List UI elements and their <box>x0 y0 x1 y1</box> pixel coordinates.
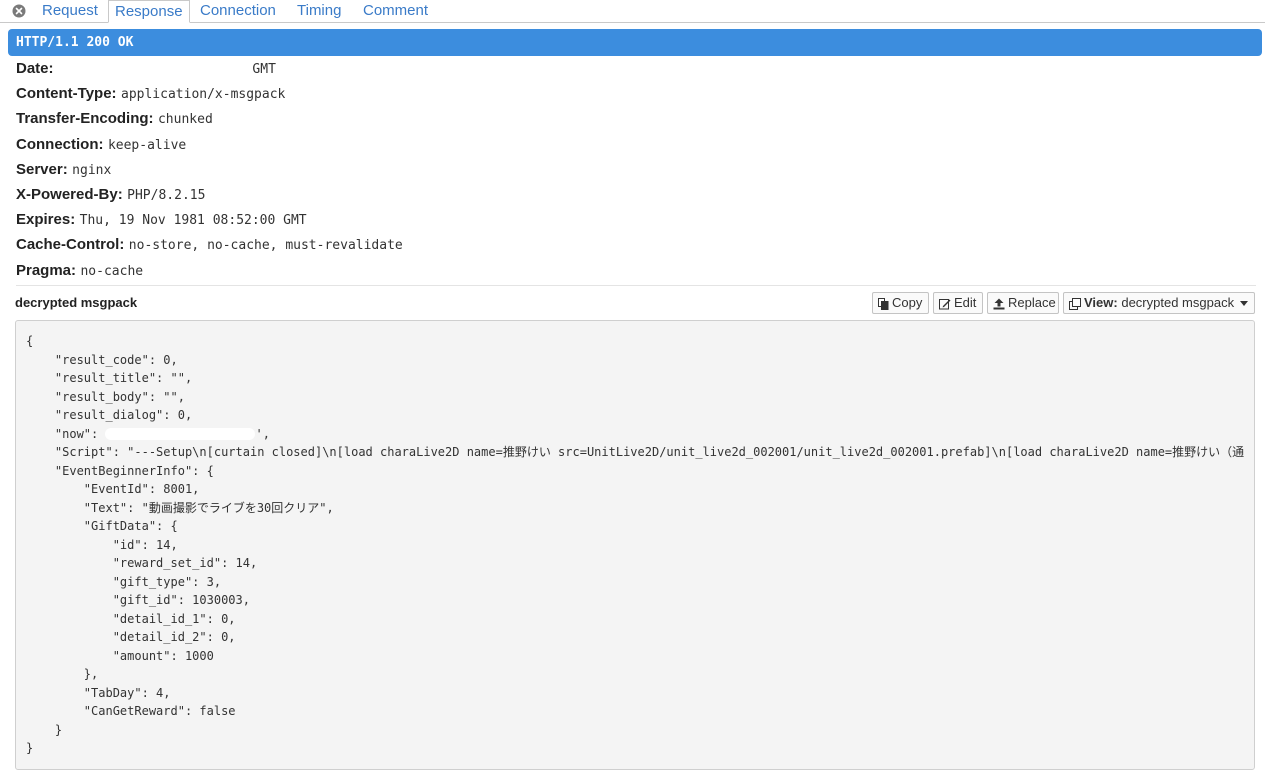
edit-label: Edit <box>954 295 977 310</box>
view-value: decrypted msgpack <box>1121 295 1235 310</box>
code-line: "Text": "動画撮影でライブを30回クリア", <box>26 500 334 515</box>
replace-label: Replace <box>1008 295 1056 310</box>
header-row: X-Powered-By: PHP/8.2.15 <box>16 185 206 203</box>
caret-down-icon <box>1239 301 1248 307</box>
view-prefix: View: <box>1084 295 1118 310</box>
code-line: "detail_id_2": 0, <box>26 630 236 644</box>
header-row: Connection: keep-alive <box>16 135 187 153</box>
view-mode-dropdown[interactable]: View: decrypted msgpack <box>1063 292 1255 314</box>
header-value: chunked <box>157 112 213 128</box>
copy-button[interactable]: Copy <box>872 292 929 314</box>
header-value: nginx <box>72 162 112 178</box>
copy-label: Copy <box>892 295 923 310</box>
code-line: "amount": 1000 <box>26 648 214 663</box>
header-name: Content-Type <box>16 85 112 103</box>
header-value: Thu, 19 Nov 1981 08:52:00 GMT <box>79 213 307 229</box>
code-line: "EventBeginnerInfo": { <box>26 463 214 478</box>
status-line: HTTP/1.1 200 OK <box>8 29 1262 56</box>
header-row: Cache-Control: no-store, no-cache, must-… <box>16 236 403 254</box>
code-line: "gift_type": 3, <box>26 574 222 589</box>
replace-button[interactable]: Replace <box>987 292 1059 314</box>
code-line: "GiftData": { <box>26 519 178 533</box>
clone-icon <box>1069 297 1081 310</box>
response-body-viewer[interactable]: { "result_code": 0, "result_title": "", … <box>15 320 1255 770</box>
header-name: Date <box>16 60 49 77</box>
code-line: }, <box>26 667 99 681</box>
response-headers: Date: GMT Content-Type: application/x-ms… <box>16 58 1256 285</box>
header-name: Transfer-Encoding <box>16 110 149 128</box>
code-line: "result_body": "", <box>26 389 185 404</box>
body-view-title: decrypted msgpack <box>15 295 138 310</box>
header-value: GMT <box>252 62 276 77</box>
tab-response[interactable]: Response <box>108 0 190 23</box>
tab-comment[interactable]: Comment <box>357 0 434 22</box>
header-row: Transfer-Encoding: chunked <box>16 110 213 128</box>
header-value: keep-alive <box>107 137 187 153</box>
upload-icon <box>993 298 1005 310</box>
tab-request[interactable]: Request <box>36 0 104 22</box>
header-row: Date: GMT <box>16 60 276 77</box>
close-icon[interactable] <box>12 4 26 18</box>
header-name: Cache-Control <box>16 236 120 254</box>
edit-button[interactable]: Edit <box>933 292 983 314</box>
code-line: "detail_id_1": 0, <box>26 611 236 626</box>
tab-bar: Request Response Connection Timing Comme… <box>0 0 1265 23</box>
header-value: application/x-msgpack <box>121 87 286 103</box>
code-line: { <box>26 334 34 348</box>
header-name: X-Powered-By <box>16 185 118 203</box>
code-line-suffix: ', <box>255 426 270 441</box>
divider <box>16 285 1256 286</box>
code-line: "TabDay": 4, <box>26 685 171 700</box>
code-text: { "result_code": 0, "result_title": "", … <box>26 332 1244 758</box>
header-value: PHP/8.2.15 <box>127 187 206 203</box>
edit-icon <box>939 298 951 310</box>
code-line: "result_title": "", <box>26 371 193 385</box>
header-name: Server <box>16 160 63 178</box>
header-name: Connection <box>16 135 99 153</box>
tab-timing[interactable]: Timing <box>291 0 347 22</box>
code-line: "result_dialog": 0, <box>26 408 193 422</box>
copy-icon <box>878 297 889 310</box>
code-line: } <box>26 722 63 737</box>
header-name: Expires <box>16 211 71 229</box>
code-line: "result_code": 0, <box>26 352 178 367</box>
header-value: no-store, no-cache, must-revalidate <box>128 238 403 254</box>
code-line: "Script": "---Setup\n[curtain closed]\n[… <box>26 445 1245 459</box>
redacted-value <box>57 62 248 75</box>
header-value: no-cache <box>80 263 144 279</box>
code-line: "reward_set_id": 14, <box>26 556 258 570</box>
header-row: Server: nginx <box>16 160 112 178</box>
header-row: Content-Type: application/x-msgpack <box>16 85 286 103</box>
code-line: "now": <box>26 426 106 441</box>
code-line: "gift_id": 1030003, <box>26 593 250 607</box>
code-line: "CanGetReward": false <box>26 704 236 718</box>
redacted-value <box>105 428 256 440</box>
header-row: Pragma: no-cache <box>16 261 144 279</box>
tab-connection[interactable]: Connection <box>194 0 282 22</box>
code-line: "EventId": 8001, <box>26 482 200 496</box>
code-line: "id": 14, <box>26 537 178 552</box>
header-row: Expires: Thu, 19 Nov 1981 08:52:00 GMT <box>16 211 307 229</box>
header-name: Pragma <box>16 261 72 279</box>
code-line: } <box>26 741 34 755</box>
